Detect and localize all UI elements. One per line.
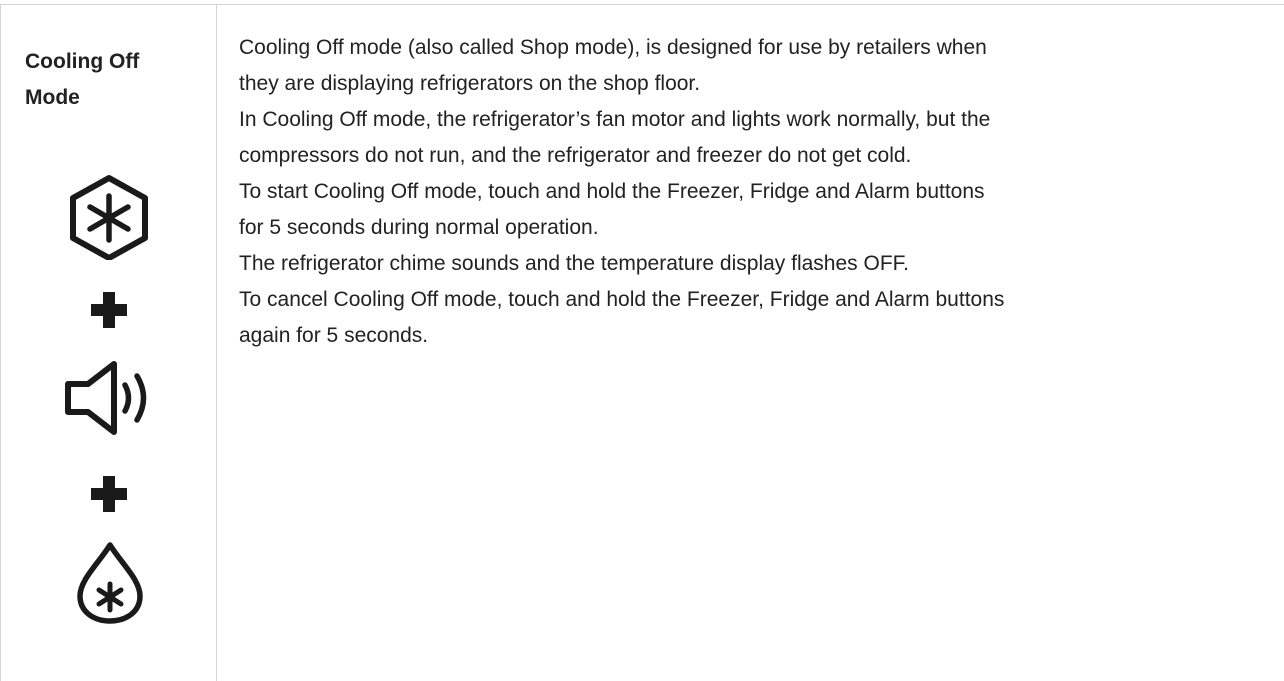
mode-label-line-1: Cooling Off xyxy=(25,50,140,73)
fridge-drop-icon xyxy=(77,542,143,624)
description-line: they are displaying refrigerators on the… xyxy=(239,72,701,95)
mode-label-cell: Cooling Off Mode xyxy=(25,44,195,116)
table-border-top xyxy=(0,4,1284,5)
description-line: In Cooling Off mode, the refrigerator’s … xyxy=(239,108,991,131)
description-line: compressors do not run, and the refriger… xyxy=(239,144,912,167)
table-column-divider xyxy=(216,4,217,681)
description-line: To cancel Cooling Off mode, touch and ho… xyxy=(239,288,1005,311)
description-line: Cooling Off mode (also called Shop mode)… xyxy=(239,36,987,59)
description-line: again for 5 seconds. xyxy=(239,324,429,347)
table: Cooling Off Mode Cooling Off mode (also xyxy=(0,0,1284,681)
description-line: for 5 seconds during normal operation. xyxy=(239,216,599,239)
alarm-speaker-icon xyxy=(65,361,147,435)
mode-description-cell: Cooling Off mode (also called Shop mode)… xyxy=(239,30,1269,354)
description-line: To start Cooling Off mode, touch and hol… xyxy=(239,180,985,203)
table-border-left xyxy=(0,4,1,681)
plus-icon xyxy=(91,476,127,512)
plus-icon xyxy=(91,292,127,328)
freezer-icon xyxy=(70,175,148,260)
description-line: The refrigerator chime sounds and the te… xyxy=(239,252,909,275)
mode-label-line-2: Mode xyxy=(25,86,80,109)
